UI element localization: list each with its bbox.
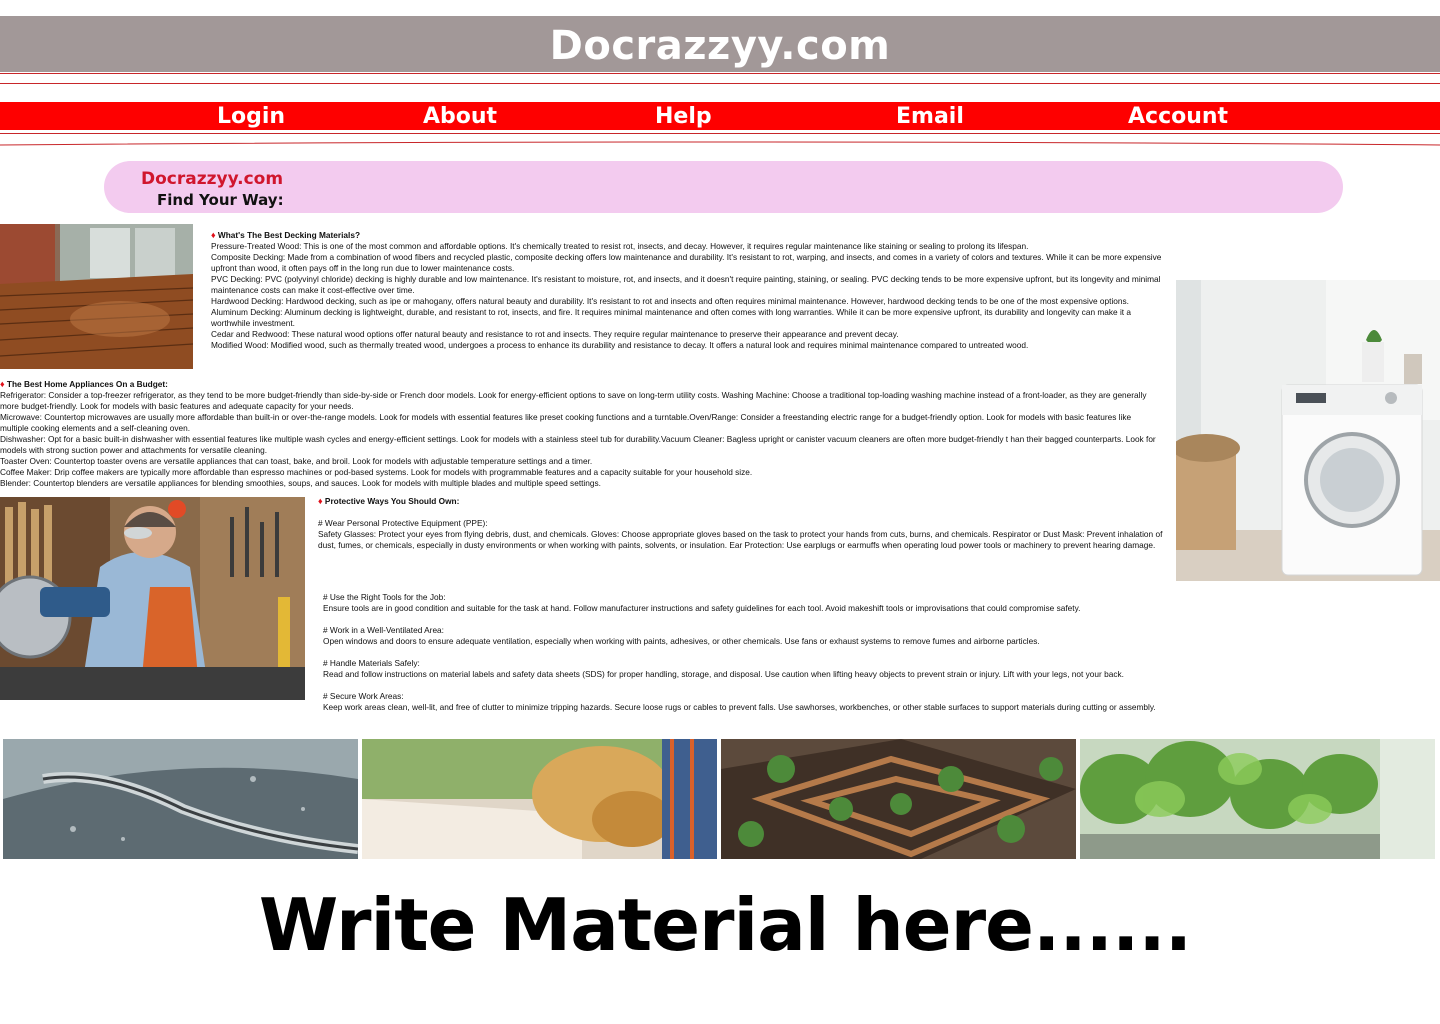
safety-text: Keep work areas clean, well-lit, and fre… [323,702,1156,712]
protective-heading: Protective Ways You Should Own: [324,496,460,506]
strawberry-bed-photo [721,739,1076,859]
diamond-icon: ♦ [0,379,5,389]
search-brand: Docrazzyy.com [141,169,284,189]
safety-text: Ensure tools are in good condition and s… [323,603,1081,613]
divider [0,133,1440,134]
diamond-icon: ♦ [318,496,323,506]
safety-sections: # Use the Right Tools for the Job: Ensur… [323,592,1433,713]
appliance-line: Microwave: Countertop microwaves are usu… [0,412,1132,433]
appliance-line: Blender: Countertop blenders are versati… [0,478,601,488]
decking-heading: What's The Best Decking Materials? [217,230,361,240]
divider [0,73,1440,74]
safety-heading: # Secure Work Areas: [323,691,404,701]
nav-help[interactable]: Help [655,102,712,132]
decking-line: Aluminum Decking: Aluminum decking is li… [211,307,1132,328]
decking-line: Composite Decking: Made from a combinati… [211,252,1162,273]
nav-about[interactable]: About [423,102,497,132]
safety-text: Open windows and doors to ensure adequat… [323,636,1040,646]
safety-text: Read and follow instructions on material… [323,669,1124,679]
site-banner: Docrazzyy.com [0,16,1440,72]
decking-line: Hardwood Decking: Hardwood decking, such… [211,296,1129,306]
glove-photo [362,739,717,859]
decking-line: Pressure-Treated Wood: This is one of th… [211,241,1029,251]
diamond-icon: ♦ [211,230,216,240]
ppe-heading: # Wear Personal Protective Equipment (PP… [318,518,488,528]
washing-machine-photo [1176,280,1440,581]
decking-section: ♦ What's The Best Decking Materials? Pre… [211,230,1171,351]
appliances-heading: The Best Home Appliances On a Budget: [6,379,168,389]
decking-line: PVC Decking: PVC (polyvinyl chloride) de… [211,274,1161,295]
ppe-text: Safety Glasses: Protect your eyes from f… [318,529,1163,550]
decking-line: Cedar and Redwood: These natural wood op… [211,329,899,339]
appliances-section: ♦ The Best Home Appliances On a Budget: … [0,379,1160,489]
worker-saw-photo [0,497,305,700]
appliance-line: Toaster Oven: Countertop toaster ovens a… [0,456,593,466]
appliance-line: Coffee Maker: Drip coffee makers are typ… [0,467,753,477]
nav-bar: Login About Help Email Account [0,102,1440,130]
hydroponic-photo [1080,739,1435,859]
protective-section: ♦ Protective Ways You Should Own: # Wear… [318,496,1174,551]
wiper-photo [3,739,358,859]
decking-photo [0,224,193,369]
nav-login[interactable]: Login [217,102,285,132]
search-label: Find Your Way: [157,191,284,209]
divider [0,83,1440,84]
write-material-heading: Write Material here...... [258,883,1192,967]
safety-heading: # Use the Right Tools for the Job: [323,592,446,602]
appliance-line: Dishwasher: Opt for a basic built-in dis… [0,434,1156,455]
nav-email[interactable]: Email [896,102,964,132]
decking-line: Modified Wood: Modified wood, such as th… [211,340,1029,350]
appliance-line: Refrigerator: Consider a top-freezer ref… [0,390,1147,411]
site-title: Docrazzyy.com [549,23,891,69]
safety-heading: # Work in a Well-Ventilated Area: [323,625,444,635]
safety-heading: # Handle Materials Safely: [323,658,420,668]
nav-account[interactable]: Account [1128,102,1228,132]
search-bar[interactable]: Docrazzyy.com Find Your Way: [104,161,1343,213]
divider-curve [0,141,1440,146]
